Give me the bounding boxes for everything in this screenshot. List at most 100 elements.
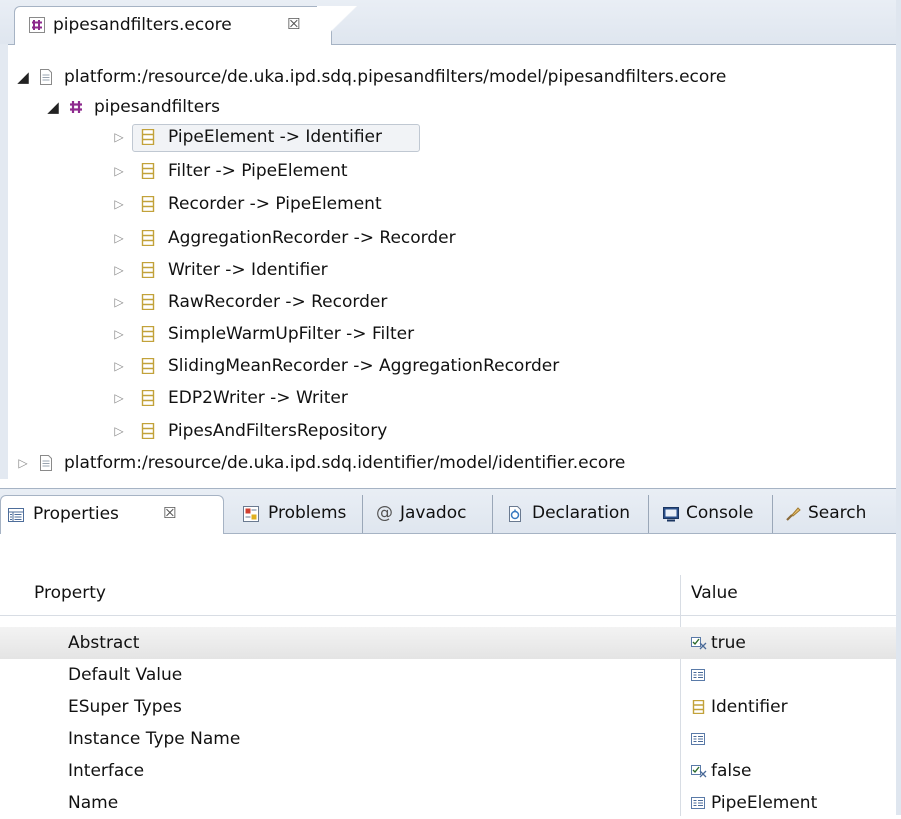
property-name: Default Value bbox=[68, 665, 183, 685]
tree-item-label: Recorder -> PipeElement bbox=[168, 194, 382, 214]
property-value[interactable]: Identifier bbox=[691, 697, 788, 717]
ecore-package-icon bbox=[70, 101, 82, 113]
tab-declaration[interactable]: Declaration bbox=[500, 495, 649, 533]
tab-javadoc[interactable]: @ Javadoc bbox=[370, 495, 493, 533]
editor-tab[interactable]: pipesandfilters.ecore ☒ bbox=[14, 6, 357, 45]
tree-item-label: Writer -> Identifier bbox=[168, 260, 328, 280]
properties-table-header: Property Value bbox=[0, 575, 901, 616]
close-icon[interactable]: ☒ bbox=[287, 15, 300, 33]
editor-left-edge bbox=[0, 44, 8, 479]
tree-item-label: PipeElement -> Identifier bbox=[168, 127, 383, 147]
tree-item-label: Filter -> PipeElement bbox=[168, 161, 348, 181]
property-name: ESuper Types bbox=[68, 697, 182, 717]
tree-item-label: SlidingMeanRecorder -> AggregationRecord… bbox=[168, 356, 560, 376]
property-row-name[interactable]: Name PipeElement bbox=[0, 787, 901, 819]
property-value-text: Identifier bbox=[711, 697, 788, 717]
collapsed-twisty-icon[interactable]: ▷ bbox=[112, 350, 126, 382]
property-name: Abstract bbox=[68, 633, 140, 653]
eclass-icon bbox=[141, 294, 155, 310]
collapsed-twisty-icon[interactable]: ▷ bbox=[112, 415, 126, 447]
tree-item-class[interactable]: ▷ PipeElement -> Identifier bbox=[112, 121, 432, 153]
editor-tab-bar: pipesandfilters.ecore ☒ bbox=[0, 0, 901, 45]
resource-file-icon bbox=[40, 69, 52, 85]
properties-view: Properties ☒ Problems @ Javadoc Declarat… bbox=[0, 488, 901, 816]
tree-item-label: AggregationRecorder -> Recorder bbox=[168, 228, 456, 248]
ecore-editor: pipesandfilters.ecore ☒ ◢ platform:/reso… bbox=[0, 0, 901, 479]
collapsed-twisty-icon[interactable]: ▷ bbox=[112, 382, 126, 414]
tab-search[interactable]: Search bbox=[778, 495, 892, 533]
property-name: Name bbox=[68, 793, 119, 813]
text-value-icon bbox=[691, 797, 705, 809]
collapsed-twisty-icon[interactable]: ▷ bbox=[112, 121, 126, 153]
tree-item-label: SimpleWarmUpFilter -> Filter bbox=[168, 324, 415, 344]
console-icon bbox=[663, 507, 679, 522]
tab-label: Console bbox=[686, 503, 754, 523]
collapsed-twisty-icon[interactable]: ▷ bbox=[112, 222, 126, 254]
property-row-interface[interactable]: Interface false bbox=[0, 755, 901, 787]
property-value-text: false bbox=[711, 761, 752, 781]
search-icon bbox=[786, 507, 801, 521]
close-icon[interactable]: ☒ bbox=[163, 504, 176, 522]
eclass-icon bbox=[692, 700, 705, 714]
expanded-twisty-icon[interactable]: ◢ bbox=[46, 91, 60, 123]
ecore-package-icon bbox=[29, 17, 45, 33]
property-value[interactable] bbox=[691, 729, 711, 749]
tab-properties[interactable]: Properties ☒ bbox=[0, 495, 224, 534]
tree-item-label: PipesAndFiltersRepository bbox=[168, 421, 388, 441]
collapsed-twisty-icon[interactable]: ▷ bbox=[112, 318, 126, 350]
property-row-abstract[interactable]: Abstract true bbox=[0, 627, 901, 659]
property-value[interactable] bbox=[691, 665, 711, 685]
collapsed-twisty-icon[interactable]: ▷ bbox=[16, 447, 30, 479]
text-value-icon bbox=[691, 669, 705, 681]
property-value[interactable]: PipeElement bbox=[691, 793, 817, 813]
boolean-value-icon bbox=[691, 765, 707, 778]
tree-item-label: EDP2Writer -> Writer bbox=[168, 388, 348, 408]
property-value[interactable]: true bbox=[691, 633, 746, 653]
property-row-default-value[interactable]: Default Value bbox=[0, 659, 901, 691]
eclass-icon bbox=[141, 423, 155, 439]
collapsed-twisty-icon[interactable]: ▷ bbox=[112, 254, 126, 286]
property-row-esuper-types[interactable]: ESuper Types Identifier bbox=[0, 691, 901, 723]
column-header-property[interactable]: Property bbox=[34, 583, 106, 603]
javadoc-icon: @ bbox=[376, 503, 393, 523]
tree-item-label: pipesandfilters bbox=[94, 97, 221, 117]
tab-label: Javadoc bbox=[400, 503, 467, 523]
column-header-value[interactable]: Value bbox=[691, 583, 738, 603]
property-row-instance-type-name[interactable]: Instance Type Name bbox=[0, 723, 901, 755]
tree-item-label: platform:/resource/de.uka.ipd.sdq.pipesa… bbox=[64, 67, 727, 87]
eclass-icon bbox=[141, 262, 155, 278]
collapsed-twisty-icon[interactable]: ▷ bbox=[112, 155, 126, 187]
property-value-text: true bbox=[711, 633, 746, 653]
tab-label: Declaration bbox=[532, 503, 631, 523]
eclass-icon bbox=[141, 196, 155, 212]
eclass-icon bbox=[141, 163, 155, 179]
resource-file-icon bbox=[40, 455, 52, 471]
problems-icon bbox=[243, 506, 259, 522]
eclass-icon bbox=[141, 230, 155, 246]
property-value-text: PipeElement bbox=[711, 793, 818, 813]
editor-tab-label: pipesandfilters.ecore bbox=[53, 15, 232, 35]
properties-icon bbox=[8, 508, 24, 522]
tab-console[interactable]: Console bbox=[656, 495, 773, 533]
tab-problems[interactable]: Problems bbox=[236, 495, 363, 533]
expanded-twisty-icon[interactable]: ◢ bbox=[16, 61, 30, 93]
property-value[interactable]: false bbox=[691, 761, 751, 781]
view-tab-bar: Properties ☒ Problems @ Javadoc Declarat… bbox=[0, 489, 901, 534]
text-value-icon bbox=[691, 733, 705, 745]
collapsed-twisty-icon[interactable]: ▷ bbox=[112, 188, 126, 220]
tab-label: Properties bbox=[33, 504, 119, 524]
property-name: Interface bbox=[68, 761, 145, 781]
tree-item-label: platform:/resource/de.uka.ipd.sdq.identi… bbox=[64, 453, 626, 473]
collapsed-twisty-icon[interactable]: ▷ bbox=[112, 286, 126, 318]
tab-label: Problems bbox=[268, 503, 347, 523]
property-name: Instance Type Name bbox=[68, 729, 241, 749]
eclass-icon bbox=[141, 326, 155, 342]
declaration-icon bbox=[509, 506, 521, 522]
tree-item-label: RawRecorder -> Recorder bbox=[168, 292, 388, 312]
window-right-edge bbox=[896, 0, 901, 815]
tab-label: Search bbox=[808, 503, 867, 523]
eclass-icon bbox=[141, 390, 155, 406]
boolean-value-icon bbox=[691, 637, 707, 650]
eclass-icon bbox=[141, 129, 155, 145]
eclass-icon bbox=[141, 358, 155, 374]
